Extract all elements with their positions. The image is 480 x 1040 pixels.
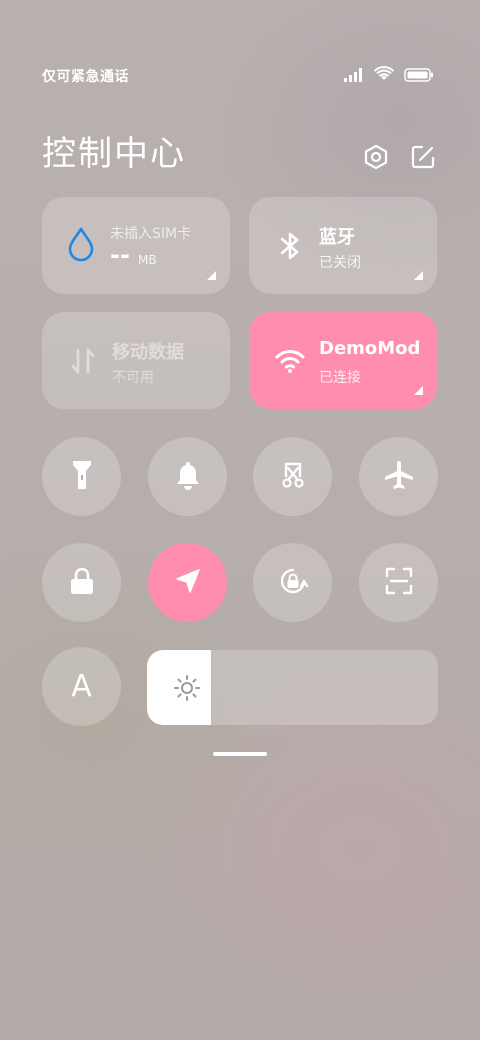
bluetooth-title: 蓝牙 <box>319 227 355 248</box>
flashlight-icon <box>70 459 94 495</box>
lock-toggle[interactable] <box>42 543 121 622</box>
data-usage-value: -- <box>110 241 130 269</box>
status-carrier-text: 仅可紧急通话 <box>42 69 129 85</box>
wifi-status: 已连接 <box>319 370 361 386</box>
sun-icon <box>173 674 201 702</box>
wifi-icon <box>373 66 395 86</box>
tile-expand-corner <box>414 271 423 280</box>
screenshot-toggle[interactable] <box>253 437 332 516</box>
bluetooth-icon <box>273 227 307 265</box>
tile-expand-corner <box>207 271 216 280</box>
airplane-icon <box>383 459 415 495</box>
auto-rotate-icon <box>276 564 310 602</box>
edit-icon <box>410 144 436 174</box>
status-icons <box>344 66 434 86</box>
airplane-toggle[interactable] <box>359 437 438 516</box>
settings-hexagon-icon <box>363 144 389 174</box>
bluetooth-status: 已关闭 <box>319 255 361 271</box>
settings-button[interactable] <box>361 144 391 174</box>
water-drop-icon <box>64 225 98 263</box>
data-arrows-icon <box>66 342 100 380</box>
lock-icon <box>69 566 95 600</box>
scan-toggle[interactable] <box>359 543 438 622</box>
scan-icon <box>384 566 414 600</box>
data-usage-title: 未插入SIM卡 <box>110 226 192 242</box>
wifi-icon <box>273 342 307 380</box>
brightness-slider[interactable] <box>147 650 438 725</box>
tile-expand-corner <box>414 386 423 395</box>
page-title: 控制中心 <box>42 134 186 174</box>
bluetooth-tile[interactable]: 蓝牙 已关闭 <box>249 197 437 294</box>
mobile-data-title: 移动数据 <box>112 342 184 363</box>
flashlight-toggle[interactable] <box>42 437 121 516</box>
location-toggle[interactable] <box>148 543 227 622</box>
mobile-data-status: 不可用 <box>112 370 154 386</box>
bell-icon <box>174 460 202 494</box>
font-size-label: A <box>71 669 92 704</box>
wifi-title: DemoMod <box>319 338 421 359</box>
battery-icon <box>404 67 434 86</box>
bell-toggle[interactable] <box>148 437 227 516</box>
location-arrow-icon <box>174 567 202 599</box>
screenshot-scissors-icon <box>279 461 307 493</box>
mobile-data-tile[interactable]: 移动数据 不可用 <box>42 312 230 409</box>
signal-icon <box>344 67 364 86</box>
collapse-handle[interactable] <box>213 752 267 756</box>
data-usage-unit: MB <box>138 253 157 267</box>
auto-rotate-toggle[interactable] <box>253 543 332 622</box>
edit-button[interactable] <box>408 144 438 174</box>
data-usage-tile[interactable]: 未插入SIM卡 -- MB <box>42 197 230 294</box>
wifi-tile[interactable]: DemoMod 已连接 <box>249 312 437 409</box>
font-size-button[interactable]: A <box>42 647 121 726</box>
